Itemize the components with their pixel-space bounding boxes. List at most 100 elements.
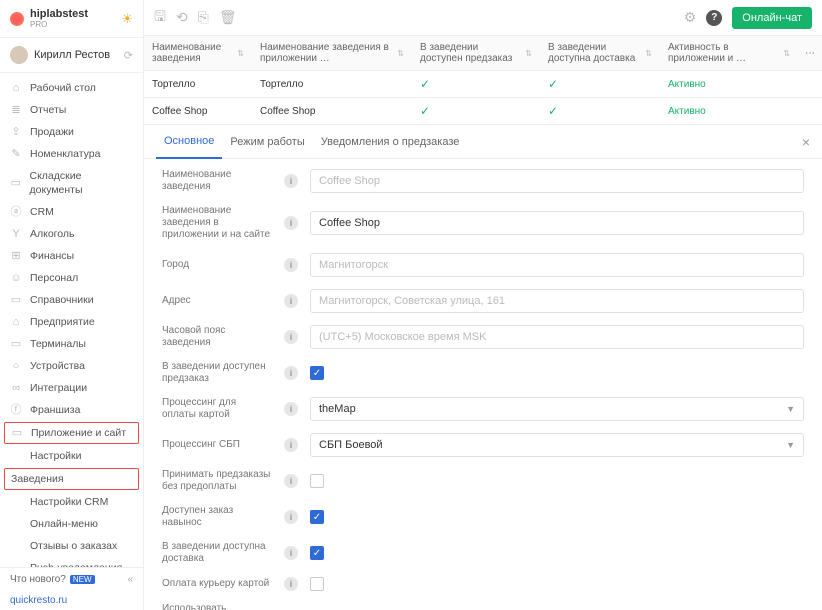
form: Наименование заведенияi Наименование зав…: [144, 159, 822, 610]
copy-icon[interactable]: ⎘: [198, 9, 209, 26]
nav-label: Персонал: [30, 271, 78, 285]
info-icon[interactable]: i: [284, 294, 298, 308]
online-chat-button[interactable]: Онлайн-чат: [732, 7, 812, 29]
info-icon[interactable]: i: [284, 546, 298, 560]
sidebar-item[interactable]: ▭ Справочники: [0, 289, 143, 311]
sidebar-item[interactable]: ☺Персонал: [0, 267, 143, 289]
nav-label: Алкоголь: [30, 227, 75, 241]
tab-notifications[interactable]: Уведомления о предзаказе: [313, 126, 468, 158]
info-icon[interactable]: i: [284, 438, 298, 452]
cell-delivery: ✓: [540, 98, 660, 124]
close-panel-icon[interactable]: ×: [802, 134, 810, 150]
theme-icon[interactable]: ☀: [121, 11, 133, 27]
info-icon[interactable]: i: [284, 366, 298, 380]
info-icon[interactable]: i: [284, 258, 298, 272]
sidebar-item[interactable]: ∞Интеграции: [0, 377, 143, 399]
sidebar-item[interactable]: ⌂Предприятие: [0, 311, 143, 333]
sidebar-subitem[interactable]: Заведения: [4, 468, 139, 490]
column-header[interactable]: В заведении доступна доставка ⇅: [540, 36, 660, 70]
delivery-checkbox[interactable]: ✓: [310, 546, 324, 560]
appname-input[interactable]: [310, 211, 804, 235]
column-header[interactable]: Наименование заведения в приложении …⇅: [252, 36, 412, 70]
timezone-input[interactable]: [310, 325, 804, 349]
nav-icon: ▭: [11, 426, 23, 440]
nav-icon: ⓐ: [10, 205, 22, 219]
user-name: Кирилл Рестов: [34, 49, 110, 61]
sidebar-item[interactable]: ✎Номенклатура: [0, 143, 143, 165]
info-icon[interactable]: i: [284, 577, 298, 591]
sidebar: hiplabstest PRO ☀ Кирилл Рестов ⟳ ⌂Рабоч…: [0, 0, 144, 610]
tab-main[interactable]: Основное: [156, 125, 222, 159]
sidebar-subitem[interactable]: Настройки: [0, 445, 143, 467]
refresh-icon[interactable]: ⟳: [124, 49, 133, 62]
help-icon[interactable]: ?: [706, 10, 722, 26]
info-icon[interactable]: i: [284, 474, 298, 488]
sidebar-item[interactable]: ⌂Рабочий стол: [0, 77, 143, 99]
nav-label: Продажи: [30, 125, 74, 139]
sync-icon[interactable]: ⟲: [176, 9, 188, 26]
column-header[interactable]: Наименование заведения⇅: [144, 36, 252, 70]
sidebar-subitem[interactable]: Отзывы о заказах: [0, 535, 143, 557]
takeaway-checkbox[interactable]: ✓: [310, 510, 324, 524]
table-row[interactable]: Coffee ShopCoffee Shop✓✓Активно: [144, 98, 822, 125]
sidebar-item[interactable]: ▭Складские документы: [0, 165, 143, 201]
sidebar-item[interactable]: ⊞Финансы: [0, 245, 143, 267]
sidebar-subitem[interactable]: Push-уведомления: [0, 557, 143, 567]
table-row[interactable]: ТортеллоТортелло✓✓Активно: [144, 71, 822, 98]
more-cols[interactable]: ⋯: [798, 36, 822, 70]
nav-label: Отзывы о заказах: [30, 539, 117, 553]
info-icon[interactable]: i: [284, 330, 298, 344]
settings-icon[interactable]: ⚙: [684, 9, 697, 26]
name-input[interactable]: [310, 169, 804, 193]
sidebar-item[interactable]: ⓕФраншиза: [0, 399, 143, 421]
label-appname: Наименование заведения в приложении и на…: [162, 205, 272, 241]
sidebar-subitem[interactable]: Онлайн-меню: [0, 513, 143, 535]
city-input[interactable]: [310, 253, 804, 277]
avatar: [10, 46, 28, 64]
sidebar-subitem[interactable]: Настройки CRM: [0, 491, 143, 513]
label-proc-sbp: Процессинг СБП: [162, 439, 272, 451]
sidebar-item[interactable]: ▭Терминалы: [0, 333, 143, 355]
delete-icon[interactable]: 🗑: [219, 9, 237, 26]
nav-icon: ▭: [10, 293, 22, 307]
collapse-icon[interactable]: «: [127, 574, 133, 585]
nav-label: Справочники: [30, 293, 94, 307]
sidebar-item[interactable]: ≣ Отчеты: [0, 99, 143, 121]
col-label: В заведении доступна доставка: [548, 42, 641, 64]
save-icon[interactable]: 🖫: [154, 6, 166, 30]
address-input[interactable]: [310, 289, 804, 313]
nav-icon: ≣: [10, 103, 22, 117]
sidebar-header: hiplabstest PRO ☀: [0, 0, 143, 38]
info-icon[interactable]: i: [284, 216, 298, 230]
courier-checkbox[interactable]: [310, 577, 324, 591]
preorder-checkbox[interactable]: ✓: [310, 366, 324, 380]
cell-delivery: ✓: [540, 71, 660, 97]
nav-icon: ▭: [10, 176, 22, 190]
column-header[interactable]: В заведении доступен предзаказ⇅: [412, 36, 540, 70]
user-block[interactable]: Кирилл Рестов ⟳: [0, 38, 143, 73]
whats-new-link[interactable]: Что нового?: [10, 574, 66, 585]
tab-schedule[interactable]: Режим работы: [222, 126, 312, 158]
sidebar-item[interactable]: ⓐCRM: [0, 201, 143, 223]
proc-card-select[interactable]: theMap▼: [310, 397, 804, 421]
proc-sbp-value: СБП Боевой: [319, 439, 383, 451]
sidebar-item[interactable]: ▭Приложение и сайт: [4, 422, 139, 444]
cell-preorder: ✓: [412, 98, 540, 124]
sidebar-item[interactable]: YАлкоголь: [0, 223, 143, 245]
proc-card-value: theMap: [319, 403, 356, 415]
nav-label: Настройки CRM: [30, 495, 108, 509]
info-icon[interactable]: i: [284, 402, 298, 416]
column-header[interactable]: Активность в приложении и …⇅: [660, 36, 798, 70]
sort-icon: ⇅: [645, 49, 652, 58]
info-icon[interactable]: i: [284, 174, 298, 188]
org-name: hiplabstest: [30, 8, 88, 20]
sidebar-item[interactable]: ⇪Продажи: [0, 121, 143, 143]
sidebar-item[interactable]: ○Устройства: [0, 355, 143, 377]
nav-label: Отчеты: [30, 103, 66, 117]
proc-sbp-select[interactable]: СБП Боевой▼: [310, 433, 804, 457]
col-label: Наименование заведения: [152, 42, 233, 64]
site-link[interactable]: quickresto.ru: [0, 591, 143, 610]
noprepay-checkbox[interactable]: [310, 474, 324, 488]
nav-label: Терминалы: [30, 337, 86, 351]
info-icon[interactable]: i: [284, 510, 298, 524]
